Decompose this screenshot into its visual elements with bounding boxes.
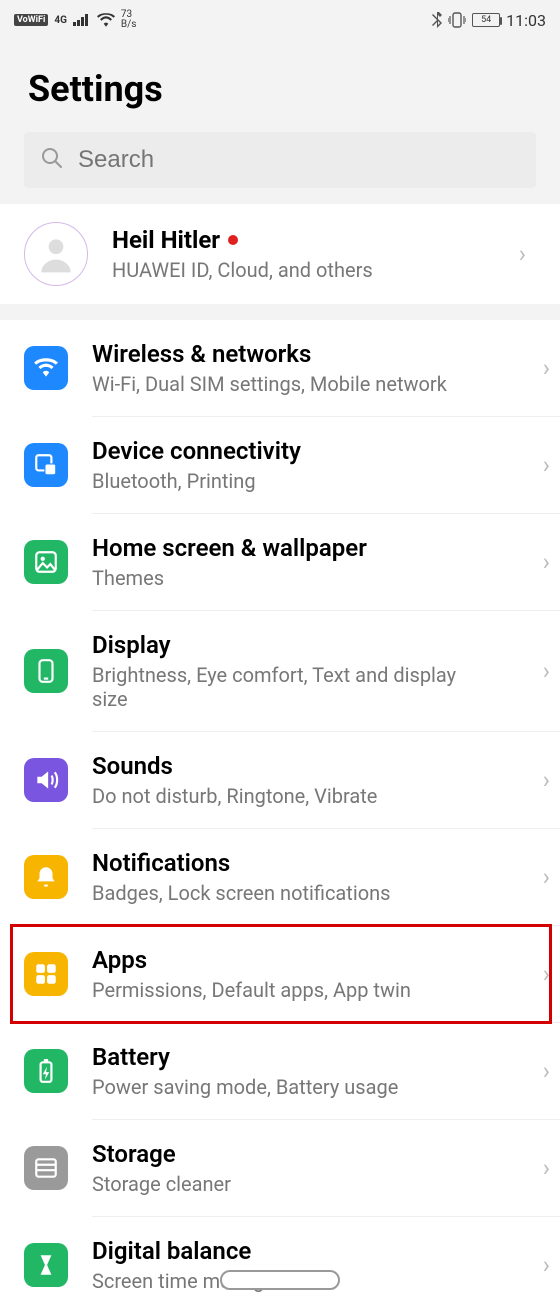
item-title: Home screen & wallpaper (92, 534, 495, 562)
chevron-right-icon: › (543, 1251, 560, 1279)
item-title: Device connectivity (92, 437, 495, 465)
account-row[interactable]: Heil Hitler HUAWEI ID, Cloud, and others… (0, 204, 560, 304)
settings-item-digital[interactable]: Digital balanceScreen time management› (0, 1217, 560, 1313)
chevron-right-icon: › (543, 960, 560, 988)
item-subtitle: Themes (92, 566, 495, 590)
chevron-right-icon: › (543, 451, 560, 479)
notifs-icon (24, 855, 68, 899)
item-subtitle: Bluetooth, Printing (92, 469, 495, 493)
settings-item-apps[interactable]: Apps Permissions, Default apps, App twin › (0, 926, 560, 1022)
vowifi-badge: VoWiFi (14, 14, 48, 26)
chevron-right-icon: › (543, 354, 560, 382)
item-subtitle: Power saving mode, Battery usage (92, 1075, 495, 1099)
settings-item-battery[interactable]: Battery Power saving mode, Battery usage › (0, 1023, 560, 1119)
avatar (24, 222, 88, 286)
settings-item-storage[interactable]: Storage Storage cleaner › (0, 1120, 560, 1216)
apps-icon (24, 952, 68, 996)
settings-item-display[interactable]: Display Brightness, Eye comfort, Text and… (0, 611, 560, 731)
search-input[interactable] (78, 146, 520, 174)
page-title: Settings (28, 68, 532, 110)
item-title: Notifications (92, 849, 495, 877)
signal-bars-icon (73, 14, 91, 26)
item-title: Sounds (92, 752, 495, 780)
item-subtitle: Brightness, Eye comfort, Text and displa… (92, 663, 495, 711)
data-rate-unit: B/s (121, 20, 137, 30)
account-subtitle: HUAWEI ID, Cloud, and others (112, 258, 495, 282)
page-header: Settings (0, 40, 560, 132)
search-box[interactable] (24, 132, 536, 188)
storage-icon (24, 1146, 68, 1190)
data-rate: 73 B/s (121, 10, 137, 30)
wifi-icon (97, 13, 115, 27)
item-title: Battery (92, 1043, 495, 1071)
display-icon (24, 649, 68, 693)
chevron-right-icon: › (519, 240, 536, 268)
home-wall-icon (24, 540, 68, 584)
search-icon (40, 146, 64, 174)
item-subtitle: Wi-Fi, Dual SIM settings, Mobile network (92, 372, 495, 396)
bluetooth-icon (432, 12, 442, 28)
chevron-right-icon: › (543, 863, 560, 891)
settings-list: Wireless & networks Wi-Fi, Dual SIM setti… (0, 320, 560, 1313)
status-bar: VoWiFi 4G 73 B/s 54 11:03 (0, 0, 560, 40)
device-conn-icon (24, 443, 68, 487)
settings-item-device-conn[interactable]: Device connectivity Bluetooth, Printing › (0, 417, 560, 513)
item-title: Storage (92, 1140, 495, 1168)
item-subtitle: Storage cleaner (92, 1172, 495, 1196)
settings-item-home-wall[interactable]: Home screen & wallpaper Themes › (0, 514, 560, 610)
account-name: Heil Hitler (112, 226, 220, 254)
item-title: Apps (92, 946, 495, 974)
item-title: Display (92, 631, 495, 659)
home-indicator[interactable] (220, 1270, 340, 1290)
chevron-right-icon: › (543, 766, 560, 794)
vibrate-icon (448, 12, 466, 28)
sounds-icon (24, 758, 68, 802)
settings-item-notifs[interactable]: Notifications Badges, Lock screen notific… (0, 829, 560, 925)
chevron-right-icon: › (543, 1154, 560, 1182)
digital-icon (24, 1243, 68, 1287)
battery-icon: 54 (472, 13, 500, 27)
settings-item-sounds[interactable]: Sounds Do not disturb, Ringtone, Vibrate › (0, 732, 560, 828)
chevron-right-icon: › (543, 1057, 560, 1085)
notification-dot-icon (228, 235, 238, 245)
network-4g-label: 4G (54, 15, 67, 26)
item-title: Digital balance (92, 1237, 495, 1265)
chevron-right-icon: › (543, 548, 560, 576)
clock: 11:03 (506, 11, 546, 30)
settings-item-wireless[interactable]: Wireless & networks Wi-Fi, Dual SIM setti… (0, 320, 560, 416)
item-title: Wireless & networks (92, 340, 495, 368)
chevron-right-icon: › (543, 657, 560, 685)
wireless-icon (24, 346, 68, 390)
item-subtitle: Badges, Lock screen notifications (92, 881, 495, 905)
item-subtitle: Do not disturb, Ringtone, Vibrate (92, 784, 495, 808)
battery-text: 54 (481, 15, 491, 25)
battery-icon (24, 1049, 68, 1093)
item-subtitle: Permissions, Default apps, App twin (92, 978, 495, 1002)
